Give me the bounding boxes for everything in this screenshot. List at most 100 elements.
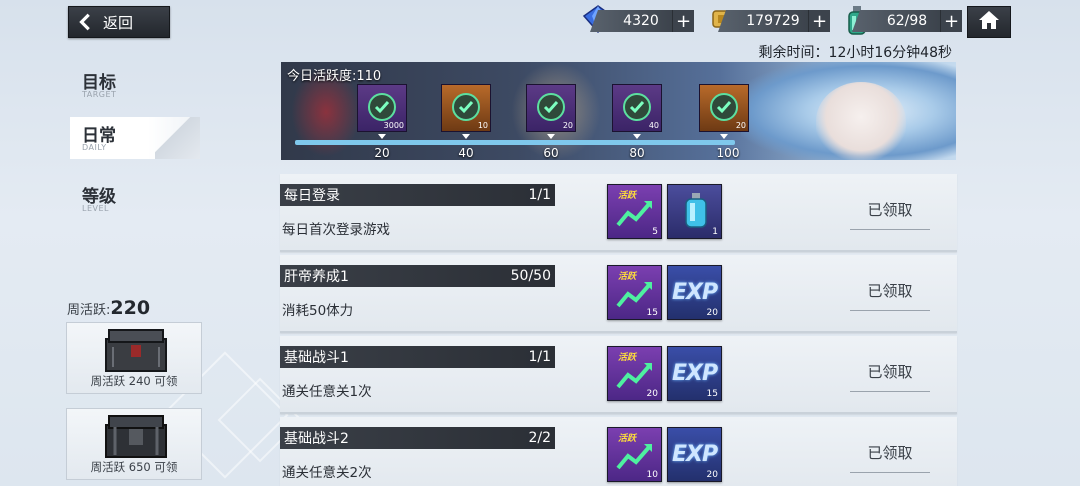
chest-caption: 周活跃 240 可领 — [90, 374, 178, 388]
milestone-reward-20[interactable]: 3000 — [357, 84, 407, 132]
coin-value: 179729 — [718, 10, 808, 32]
crystal-value: 4320 — [590, 10, 672, 32]
task-header: 基础战斗1 1/1 — [280, 346, 555, 368]
activity-progress-track — [295, 140, 735, 145]
chevron-left-icon — [69, 13, 103, 31]
milestone-label: 60 — [543, 146, 559, 160]
trend-up-icon — [616, 199, 654, 233]
check-icon — [368, 93, 396, 121]
milestone-count: 20 — [735, 121, 746, 130]
task-row: 基础战斗1 1/1 通关任意关1次 活跃 20 EXP 15 已领取 — [280, 336, 957, 414]
check-icon — [452, 93, 480, 121]
task-name: 基础战斗2 — [284, 431, 349, 447]
home-button[interactable] — [967, 6, 1011, 38]
tab-sublabel: TARGET — [82, 90, 117, 99]
exp-label: EXP — [672, 442, 718, 467]
back-label: 返回 — [103, 13, 134, 32]
milestone-count: 3000 — [383, 121, 404, 130]
daily-activity-banner: 今日活跃度:110 3000 10 20 40 20 20 40 60 80 1… — [281, 62, 956, 160]
task-progress: 1/1 — [528, 349, 551, 365]
task-description: 通关任意关2次 — [282, 465, 372, 481]
potion-reward-item[interactable]: 1 — [667, 184, 722, 239]
reward-count: 20 — [706, 308, 718, 318]
reward-count: 15 — [706, 389, 718, 399]
task-description: 每日首次登录游戏 — [282, 222, 390, 238]
milestone-count: 40 — [648, 121, 659, 130]
activity-reward-item[interactable]: 活跃 15 — [607, 265, 662, 320]
task-description: 通关任意关1次 — [282, 384, 372, 400]
milestone-marker — [633, 134, 641, 139]
task-name: 每日登录 — [284, 188, 340, 204]
add-stamina-button[interactable]: + — [940, 10, 962, 32]
weekly-activity-label: 周活跃: — [67, 303, 111, 318]
weekly-activity-value: 220 — [110, 297, 151, 319]
weekly-activity: 周活跃:220 — [67, 297, 150, 319]
task-row: 每日登录 1/1 每日首次登录游戏 活跃 5 1 已领取 — [280, 174, 957, 252]
task-header: 每日登录 1/1 — [280, 184, 555, 206]
reward-count: 1 — [712, 227, 718, 237]
check-icon — [537, 93, 565, 121]
exp-label: EXP — [672, 280, 718, 305]
reward-count: 10 — [646, 470, 658, 480]
reward-count: 20 — [646, 389, 658, 399]
claimed-status: 已领取 — [850, 433, 930, 473]
task-header: 基础战斗2 2/2 — [280, 427, 555, 449]
home-icon — [978, 10, 1000, 34]
weekly-chest-650[interactable]: 周活跃 650 可领 — [66, 408, 202, 480]
coin-counter: 179729 + — [712, 9, 830, 33]
add-crystal-button[interactable]: + — [672, 10, 694, 32]
milestone-label: 20 — [374, 146, 390, 160]
task-name: 肝帝养成1 — [284, 269, 349, 285]
exp-label: EXP — [672, 361, 718, 386]
exp-reward-item[interactable]: EXP 15 — [667, 346, 722, 401]
check-icon — [710, 93, 738, 121]
milestone-label: 40 — [458, 146, 474, 160]
task-row: 肝帝养成1 50/50 消耗50体力 活跃 15 EXP 20 已领取 — [280, 255, 957, 333]
milestone-reward-100[interactable]: 20 — [699, 84, 749, 132]
claimed-status: 已领取 — [850, 352, 930, 392]
task-row: 基础战斗2 2/2 通关任意关2次 活跃 10 EXP 20 已领取 — [280, 417, 957, 486]
task-description: 消耗50体力 — [282, 303, 354, 319]
reward-count: 20 — [706, 470, 718, 480]
task-progress: 1/1 — [528, 187, 551, 203]
check-icon — [623, 93, 651, 121]
exp-reward-item[interactable]: EXP 20 — [667, 427, 722, 482]
chest-icon — [103, 413, 169, 459]
activity-reward-item[interactable]: 活跃 10 — [607, 427, 662, 482]
task-progress: 50/50 — [510, 268, 551, 284]
add-coin-button[interactable]: + — [808, 10, 830, 32]
tab-sublabel: LEVEL — [82, 204, 109, 213]
milestone-reward-80[interactable]: 40 — [612, 84, 662, 132]
task-header: 肝帝养成1 50/50 — [280, 265, 555, 287]
milestone-label: 80 — [629, 146, 645, 160]
remaining-time: 剩余时间：12小时16分钟48秒 — [758, 45, 952, 61]
daily-activity-title: 今日活跃度:110 — [287, 69, 382, 84]
weekly-chest-240[interactable]: 周活跃 240 可领 — [66, 322, 202, 394]
milestone-count: 20 — [562, 121, 573, 130]
milestone-reward-40[interactable]: 10 — [441, 84, 491, 132]
milestone-marker — [378, 134, 386, 139]
task-progress: 2/2 — [528, 430, 551, 446]
activity-reward-item[interactable]: 活跃 5 — [607, 184, 662, 239]
chest-icon — [103, 327, 169, 373]
task-name: 基础战斗1 — [284, 350, 349, 366]
chest-caption: 周活跃 650 可领 — [90, 460, 178, 474]
tab-daily[interactable]: 日常 DAILY — [70, 117, 200, 159]
milestone-marker — [462, 134, 470, 139]
back-button[interactable]: 返回 — [68, 6, 170, 38]
activity-reward-item[interactable]: 活跃 20 — [607, 346, 662, 401]
milestone-count: 10 — [477, 121, 488, 130]
claimed-status: 已领取 — [850, 190, 930, 230]
stamina-counter: 62/98 + — [848, 6, 962, 35]
tab-sublabel: DAILY — [82, 143, 107, 152]
milestone-reward-60[interactable]: 20 — [526, 84, 576, 132]
banner-character-art — [816, 82, 906, 160]
stamina-value: 62/98 — [852, 10, 940, 32]
claimed-status: 已领取 — [850, 271, 930, 311]
reward-count: 15 — [646, 308, 658, 318]
crystal-counter: 4320 + — [582, 5, 694, 34]
tab-level[interactable]: 等级 LEVEL — [70, 178, 200, 220]
tab-target[interactable]: 目标 TARGET — [70, 64, 200, 106]
reward-count: 5 — [652, 227, 658, 237]
exp-reward-item[interactable]: EXP 20 — [667, 265, 722, 320]
